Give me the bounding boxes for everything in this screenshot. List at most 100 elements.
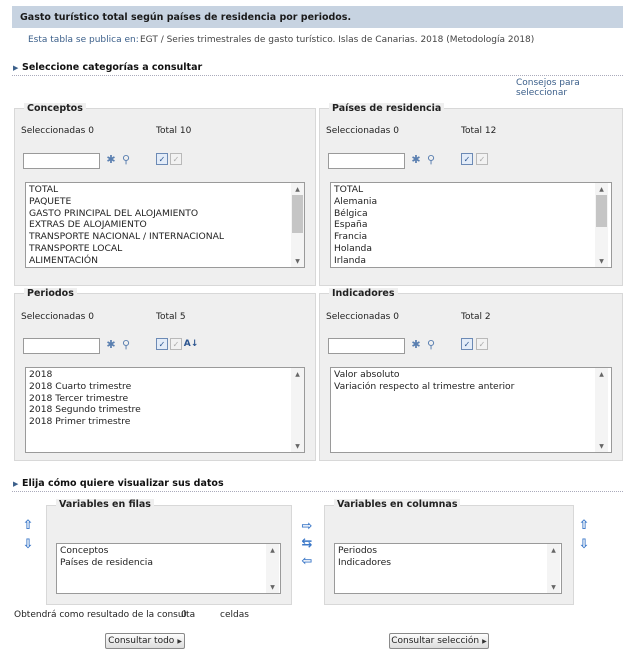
move-left-icon[interactable]: ⇦ <box>300 554 314 569</box>
section-select-heading: Seleccione categorías a consultar <box>22 62 203 73</box>
scroll-down-icon[interactable]: ▼ <box>291 440 304 452</box>
indicadores-scrollbar[interactable]: ▲ ▼ <box>595 368 608 452</box>
periodos-selected-count: Seleccionadas 0 <box>21 312 94 322</box>
search-select-icon[interactable]: ✱ <box>105 338 117 351</box>
section-arrow-icon: ▶ <box>13 480 19 488</box>
list-item[interactable]: Periodos <box>338 545 558 557</box>
conceptos-selected-count: Seleccionadas 0 <box>21 126 94 136</box>
list-item[interactable]: Alemania <box>334 196 608 208</box>
move-down-icon[interactable]: ⇩ <box>21 537 35 552</box>
scroll-up-icon[interactable]: ▲ <box>547 544 560 556</box>
list-item[interactable]: Bélgica <box>334 208 608 220</box>
list-item[interactable]: TOTAL <box>29 184 301 196</box>
periodos-search-input[interactable] <box>23 338 100 354</box>
panel-indicadores-legend: Indicadores <box>329 288 398 299</box>
list-item[interactable]: TOTAL <box>334 184 608 196</box>
select-all-icon[interactable]: ✓ <box>461 338 473 350</box>
periodos-scrollbar[interactable]: ▲ ▼ <box>291 368 304 452</box>
result-prefix: Obtendrá como resultado de la consulta <box>14 610 196 620</box>
deselect-all-icon[interactable]: ✓ <box>170 153 182 165</box>
columns-list[interactable]: Periodos Indicadores <box>334 543 562 594</box>
conceptos-search-input[interactable] <box>23 153 100 169</box>
page-title: Gasto turístico total según países de re… <box>12 6 623 28</box>
deselect-all-icon[interactable]: ✓ <box>170 338 182 350</box>
list-item[interactable]: 2018 Cuarto trimestre <box>29 381 301 393</box>
list-item[interactable]: Países de residencia <box>60 557 277 569</box>
scroll-up-icon[interactable]: ▲ <box>291 183 304 195</box>
list-item[interactable]: GASTO PRINCIPAL DEL ALOJAMIENTO <box>29 208 301 220</box>
list-item[interactable]: Holanda <box>334 243 608 255</box>
list-item[interactable]: 2018 Primer trimestre <box>29 416 301 428</box>
list-item[interactable]: 2018 <box>29 369 301 381</box>
indicadores-list[interactable]: Valor absoluto Variación respecto al tri… <box>330 367 612 453</box>
consult-all-label: Consultar todo <box>108 636 175 646</box>
columns-scrollbar[interactable]: ▲ ▼ <box>547 544 560 593</box>
list-item[interactable]: PAQUETE <box>29 196 301 208</box>
result-count: 0 <box>181 610 187 620</box>
list-item[interactable]: Valor absoluto <box>334 369 608 381</box>
swap-icon[interactable]: ⇆ <box>300 536 314 551</box>
consult-all-button[interactable]: Consultar todo ▶ <box>105 633 185 649</box>
list-item[interactable]: TRANSPORTE LOCAL <box>29 243 301 255</box>
scroll-up-icon[interactable]: ▲ <box>266 544 279 556</box>
deselect-all-icon[interactable]: ✓ <box>476 153 488 165</box>
scroll-down-icon[interactable]: ▼ <box>291 255 304 267</box>
list-item[interactable]: TRANSPORTE NACIONAL / INTERNACIONAL <box>29 231 301 243</box>
list-item[interactable]: 2018 Segundo trimestre <box>29 404 301 416</box>
scroll-up-icon[interactable]: ▲ <box>595 183 608 195</box>
search-icon[interactable]: ⚲ <box>120 153 132 166</box>
paises-list[interactable]: TOTAL Alemania Bélgica España Francia Ho… <box>330 182 612 268</box>
list-item[interactable]: Indicadores <box>338 557 558 569</box>
periodos-total-count: Total 5 <box>156 312 186 322</box>
section-arrow-icon: ▶ <box>13 64 19 72</box>
publication-value: EGT / Series trimestrales de gasto turís… <box>140 35 535 45</box>
scroll-down-icon[interactable]: ▼ <box>595 440 608 452</box>
scroll-down-icon[interactable]: ▼ <box>547 581 560 593</box>
move-down-icon[interactable]: ⇩ <box>577 537 591 552</box>
periodos-list[interactable]: 2018 2018 Cuarto trimestre 2018 Tercer t… <box>25 367 305 453</box>
chevron-right-icon: ▶ <box>482 637 487 645</box>
section-divider <box>12 75 623 76</box>
select-all-icon[interactable]: ✓ <box>461 153 473 165</box>
list-item[interactable]: Variación respecto al trimestre anterior <box>334 381 608 393</box>
list-item[interactable]: España <box>334 219 608 231</box>
paises-scrollbar[interactable]: ▲ ▼ <box>595 183 608 267</box>
rows-list[interactable]: Conceptos Países de residencia <box>56 543 281 594</box>
scroll-down-icon[interactable]: ▼ <box>266 581 279 593</box>
select-all-icon[interactable]: ✓ <box>156 153 168 165</box>
list-item[interactable]: ALIMENTACIÓN <box>29 255 301 267</box>
list-item[interactable]: Francia <box>334 231 608 243</box>
select-all-icon[interactable]: ✓ <box>156 338 168 350</box>
search-select-icon[interactable]: ✱ <box>410 338 422 351</box>
move-right-icon[interactable]: ⇨ <box>300 519 314 534</box>
rows-scrollbar[interactable]: ▲ ▼ <box>266 544 279 593</box>
scroll-up-icon[interactable]: ▲ <box>595 368 608 380</box>
move-up-icon[interactable]: ⇧ <box>21 518 35 533</box>
paises-search-input[interactable] <box>328 153 405 169</box>
move-up-icon[interactable]: ⇧ <box>577 518 591 533</box>
consult-selection-button[interactable]: Consultar selección ▶ <box>389 633 489 649</box>
search-select-icon[interactable]: ✱ <box>105 153 117 166</box>
scroll-thumb[interactable] <box>596 195 607 227</box>
scroll-down-icon[interactable]: ▼ <box>595 255 608 267</box>
indicadores-search-input[interactable] <box>328 338 405 354</box>
list-item[interactable]: EXTRAS DE ALOJAMIENTO <box>29 219 301 231</box>
scroll-up-icon[interactable]: ▲ <box>291 368 304 380</box>
consult-selection-label: Consultar selección <box>391 636 480 646</box>
indicadores-selected-count: Seleccionadas 0 <box>326 312 399 322</box>
sort-az-icon[interactable]: A↓ <box>184 338 199 350</box>
conceptos-list[interactable]: TOTAL PAQUETE GASTO PRINCIPAL DEL ALOJAM… <box>25 182 305 268</box>
advice-link[interactable]: Consejos para seleccionar <box>516 78 629 98</box>
search-icon[interactable]: ⚲ <box>120 338 132 351</box>
list-item[interactable]: Irlanda <box>334 255 608 267</box>
list-item[interactable]: 2018 Tercer trimestre <box>29 393 301 405</box>
indicadores-total-count: Total 2 <box>461 312 491 322</box>
list-item[interactable]: Conceptos <box>60 545 277 557</box>
conceptos-scrollbar[interactable]: ▲ ▼ <box>291 183 304 267</box>
search-icon[interactable]: ⚲ <box>425 338 437 351</box>
scroll-thumb[interactable] <box>292 195 303 233</box>
search-select-icon[interactable]: ✱ <box>410 153 422 166</box>
deselect-all-icon[interactable]: ✓ <box>476 338 488 350</box>
panel-rows-legend: Variables en filas <box>56 499 154 510</box>
search-icon[interactable]: ⚲ <box>425 153 437 166</box>
